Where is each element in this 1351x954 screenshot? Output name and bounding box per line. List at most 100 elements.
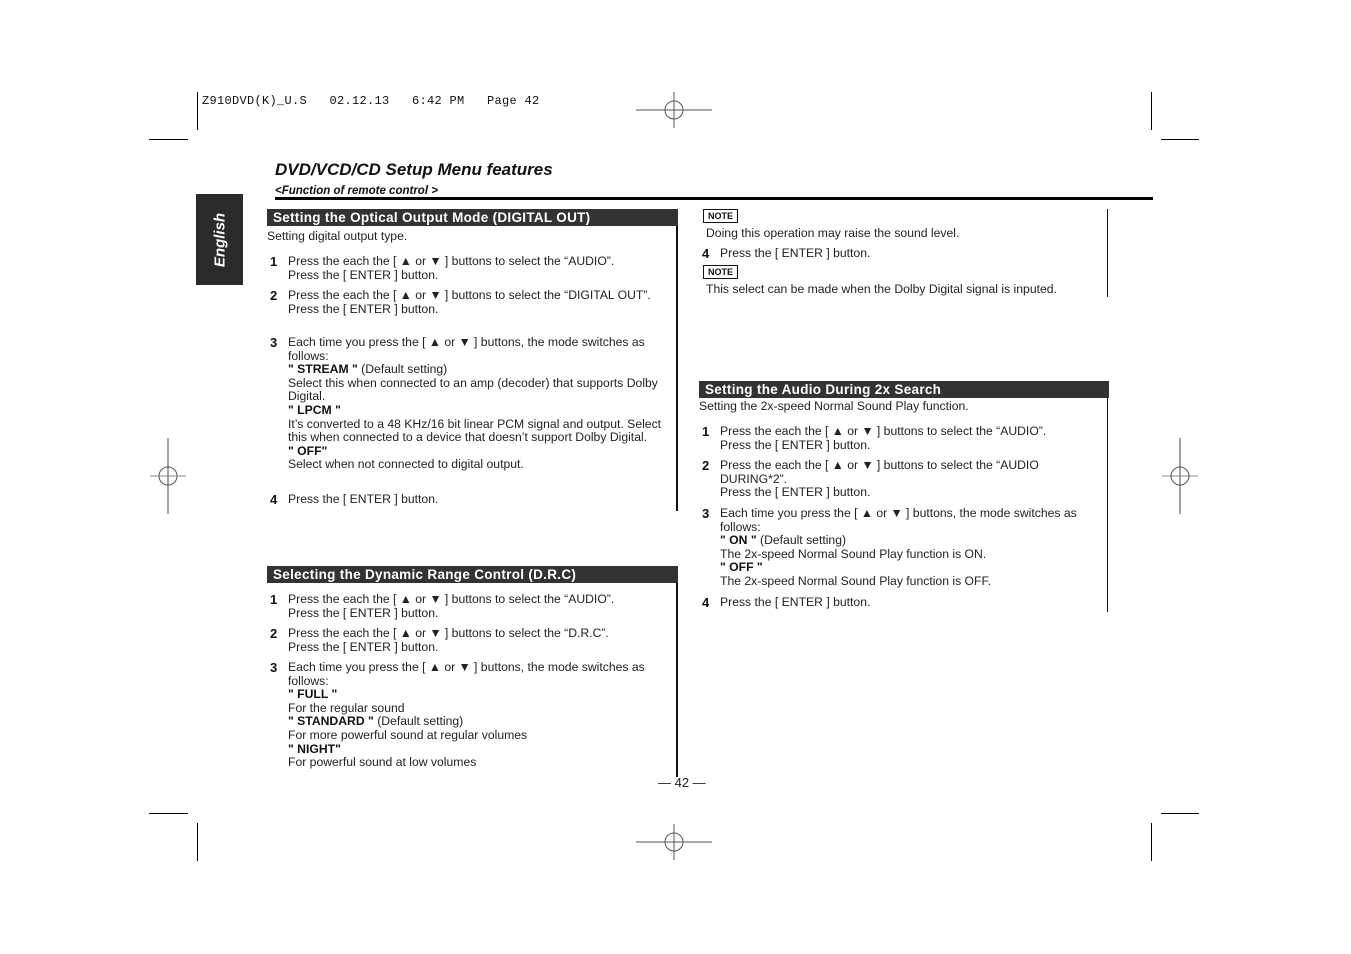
step-text: Press the each the [ ▲ or ▼ ] buttons to… bbox=[288, 254, 615, 268]
option-on: " ON " (Default setting) bbox=[720, 533, 1097, 548]
step-4: 4 Press the [ ENTER ] button. bbox=[270, 492, 665, 507]
registration-mark-bottom bbox=[636, 824, 712, 860]
option-desc: The 2x-speed Normal Sound Play function … bbox=[720, 573, 991, 588]
step-text: Press the [ ENTER ] button. bbox=[720, 595, 871, 609]
step-text: Press the each the [ ▲ or ▼ ] buttons to… bbox=[720, 458, 1039, 486]
step-text: Each time you press the [ ▲ or ▼ ] butto… bbox=[288, 335, 645, 363]
step-text: Press the each the [ ▲ or ▼ ] buttons to… bbox=[288, 592, 615, 606]
note-badge: NOTE bbox=[703, 265, 739, 279]
crop-mark bbox=[1151, 823, 1152, 861]
step-text: Press the [ ENTER ] button. bbox=[288, 267, 439, 282]
crop-mark bbox=[1161, 139, 1199, 140]
option-desc: Select this when connected to an amp (de… bbox=[288, 375, 658, 404]
step-number: 2 bbox=[270, 288, 278, 303]
step-2: 2 Press the each the [ ▲ or ▼ ] buttons … bbox=[702, 458, 1092, 500]
step-number: 1 bbox=[270, 592, 278, 607]
column-divider bbox=[676, 566, 678, 777]
step-4: 4 Press the [ ENTER ] button. bbox=[702, 246, 1102, 261]
step-text: Each time you press the [ ▲ or ▼ ] butto… bbox=[288, 660, 645, 688]
step-text: Press the [ ENTER ] button. bbox=[720, 437, 871, 452]
crop-mark bbox=[1161, 813, 1199, 814]
step-4: 4 Press the [ ENTER ] button. bbox=[702, 595, 1097, 610]
step-1: 1 Press the each the [ ▲ or ▼ ] buttons … bbox=[702, 424, 1102, 452]
option-label: " LPCM " bbox=[288, 402, 341, 417]
option-suffix: (Default setting) bbox=[756, 533, 847, 548]
option-label: " OFF " bbox=[720, 560, 763, 575]
header-rule bbox=[275, 197, 1153, 200]
step-number: 1 bbox=[270, 254, 278, 269]
step-text: Press the each the [ ▲ or ▼ ] buttons to… bbox=[720, 424, 1047, 438]
crop-mark bbox=[149, 139, 188, 140]
option-lpcm: " LPCM " bbox=[288, 402, 665, 418]
step-text: Press the [ ENTER ] button. bbox=[288, 639, 439, 654]
note-badge: NOTE bbox=[703, 209, 739, 223]
crop-mark bbox=[197, 823, 198, 861]
step-2: 2 Press the each the [ ▲ or ▼ ] buttons … bbox=[270, 626, 670, 654]
option-label: " STREAM " bbox=[288, 362, 358, 377]
note-text: This select can be made when the Dolby D… bbox=[706, 282, 1057, 296]
option-desc: Select when not connected to digital out… bbox=[288, 457, 524, 472]
option-full: " FULL " bbox=[288, 687, 665, 702]
step-text: Press the [ ENTER ] button. bbox=[720, 485, 871, 500]
registration-mark-right bbox=[1162, 438, 1198, 514]
printer-slug: Z910DVD(K)_U.S 02.12.13 6:42 PM Page 42 bbox=[202, 94, 540, 108]
crop-mark bbox=[197, 92, 198, 130]
step-text: Press the [ ENTER ] button. bbox=[288, 605, 439, 620]
option-desc: The 2x-speed Normal Sound Play function … bbox=[720, 546, 987, 561]
step-number: 4 bbox=[702, 595, 710, 610]
option-off: " OFF" bbox=[288, 443, 665, 459]
option-desc: For powerful sound at low volumes bbox=[288, 755, 477, 770]
option-desc: For more powerful sound at regular volum… bbox=[288, 727, 528, 742]
section-heading: Setting the Audio During 2x Search bbox=[699, 381, 1109, 398]
option-label: " ON " bbox=[720, 533, 757, 548]
step-3: 3 Each time you press the [ ▲ or ▼ ] but… bbox=[702, 506, 1097, 589]
step-3: 3 Each time you press the [ ▲ or ▼ ] but… bbox=[270, 660, 665, 770]
step-text: Each time you press the [ ▲ or ▼ ] butto… bbox=[720, 506, 1077, 534]
column-divider bbox=[1107, 209, 1108, 297]
language-tab: English bbox=[196, 194, 243, 285]
step-3: 3 Each time you press the [ ▲ or ▼ ] but… bbox=[270, 335, 665, 472]
option-night: " NIGHT" bbox=[288, 741, 665, 757]
section-heading: Selecting the Dynamic Range Control (D.R… bbox=[267, 566, 678, 583]
option-stream: " STREAM " (Default setting) bbox=[288, 362, 665, 377]
step-number: 2 bbox=[702, 458, 710, 473]
step-number: 3 bbox=[270, 660, 278, 675]
language-label: English bbox=[211, 212, 228, 267]
note-text: Doing this operation may raise the sound… bbox=[706, 226, 960, 240]
step-text: Press the each the [ ▲ or ▼ ] buttons to… bbox=[288, 288, 651, 302]
option-label: " NIGHT" bbox=[288, 741, 341, 756]
page-title: DVD/VCD/CD Setup Menu features bbox=[275, 160, 553, 179]
option-desc: It’s converted to a 48 KHz/16 bit linear… bbox=[288, 416, 662, 445]
step-number: 3 bbox=[270, 335, 278, 350]
option-label: " STANDARD " bbox=[288, 714, 374, 729]
step-number: 4 bbox=[702, 246, 710, 261]
step-number: 4 bbox=[270, 492, 278, 507]
option-label: " FULL " bbox=[288, 687, 338, 702]
option-label: " OFF" bbox=[288, 443, 328, 458]
option-off: " OFF " bbox=[720, 561, 1097, 575]
step-1: 1 Press the each the [ ▲ or ▼ ] buttons … bbox=[270, 254, 670, 282]
step-text: Press the [ ENTER ] button. bbox=[720, 246, 871, 260]
section-heading: Setting the Optical Output Mode (DIGITAL… bbox=[267, 209, 678, 226]
step-text: Press the each the [ ▲ or ▼ ] buttons to… bbox=[288, 626, 609, 640]
step-text: Press the [ ENTER ] button. bbox=[288, 492, 439, 506]
registration-mark-top bbox=[636, 92, 712, 128]
option-desc: For the regular sound bbox=[288, 700, 405, 715]
step-1: 1 Press the each the [ ▲ or ▼ ] buttons … bbox=[270, 592, 670, 620]
step-number: 1 bbox=[702, 424, 710, 439]
column-divider bbox=[1107, 381, 1108, 612]
step-number: 2 bbox=[270, 626, 278, 641]
step-text: Press the [ ENTER ] button. bbox=[288, 301, 439, 316]
option-standard: " STANDARD " (Default setting) bbox=[288, 715, 665, 729]
step-2: 2 Press the each the [ ▲ or ▼ ] buttons … bbox=[270, 288, 665, 316]
column-divider bbox=[676, 209, 678, 511]
page-number: — 42 — bbox=[658, 775, 706, 790]
page-subtitle: <Function of remote control > bbox=[275, 185, 438, 197]
step-number: 3 bbox=[702, 506, 710, 521]
registration-mark-left bbox=[150, 438, 186, 514]
crop-mark bbox=[1151, 92, 1152, 130]
option-suffix: (Default setting) bbox=[357, 362, 448, 377]
crop-mark bbox=[149, 813, 188, 814]
option-suffix: (Default setting) bbox=[373, 714, 464, 729]
section-intro: Setting digital output type. bbox=[267, 229, 408, 243]
